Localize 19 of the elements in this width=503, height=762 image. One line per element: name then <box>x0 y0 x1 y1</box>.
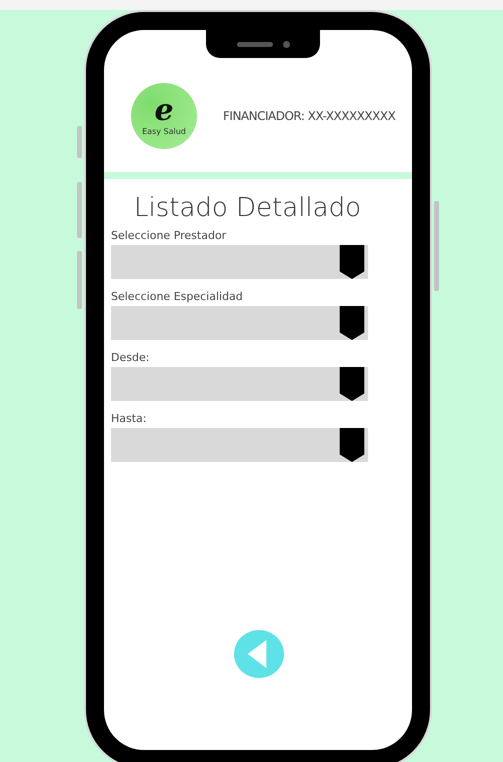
dropdown-icon <box>339 367 365 401</box>
camera-icon <box>282 40 290 48</box>
field-label: Seleccione Prestador <box>111 229 228 242</box>
field-label: Hasta: <box>111 412 148 425</box>
logo-letter: e <box>154 96 174 124</box>
dropdown-icon <box>339 306 365 340</box>
page-title: Listado Detallado <box>134 193 362 223</box>
dropdown-field[interactable] <box>111 367 368 401</box>
dropdown-field[interactable] <box>111 306 368 340</box>
dropdown-icon <box>339 245 365 279</box>
dropdown-field[interactable] <box>111 245 368 279</box>
dropdown-icon <box>339 428 365 462</box>
back-arrow-icon <box>247 640 267 668</box>
financiador-label: FINANCIADOR: XX-XXXXXXXXX <box>223 109 396 123</box>
logo-name: Easy Salud <box>142 126 186 136</box>
speaker-icon <box>236 42 272 46</box>
dropdown-field[interactable] <box>111 428 368 462</box>
field-label: Seleccione Especialidad <box>111 290 244 303</box>
field-label: Desde: <box>111 351 150 364</box>
